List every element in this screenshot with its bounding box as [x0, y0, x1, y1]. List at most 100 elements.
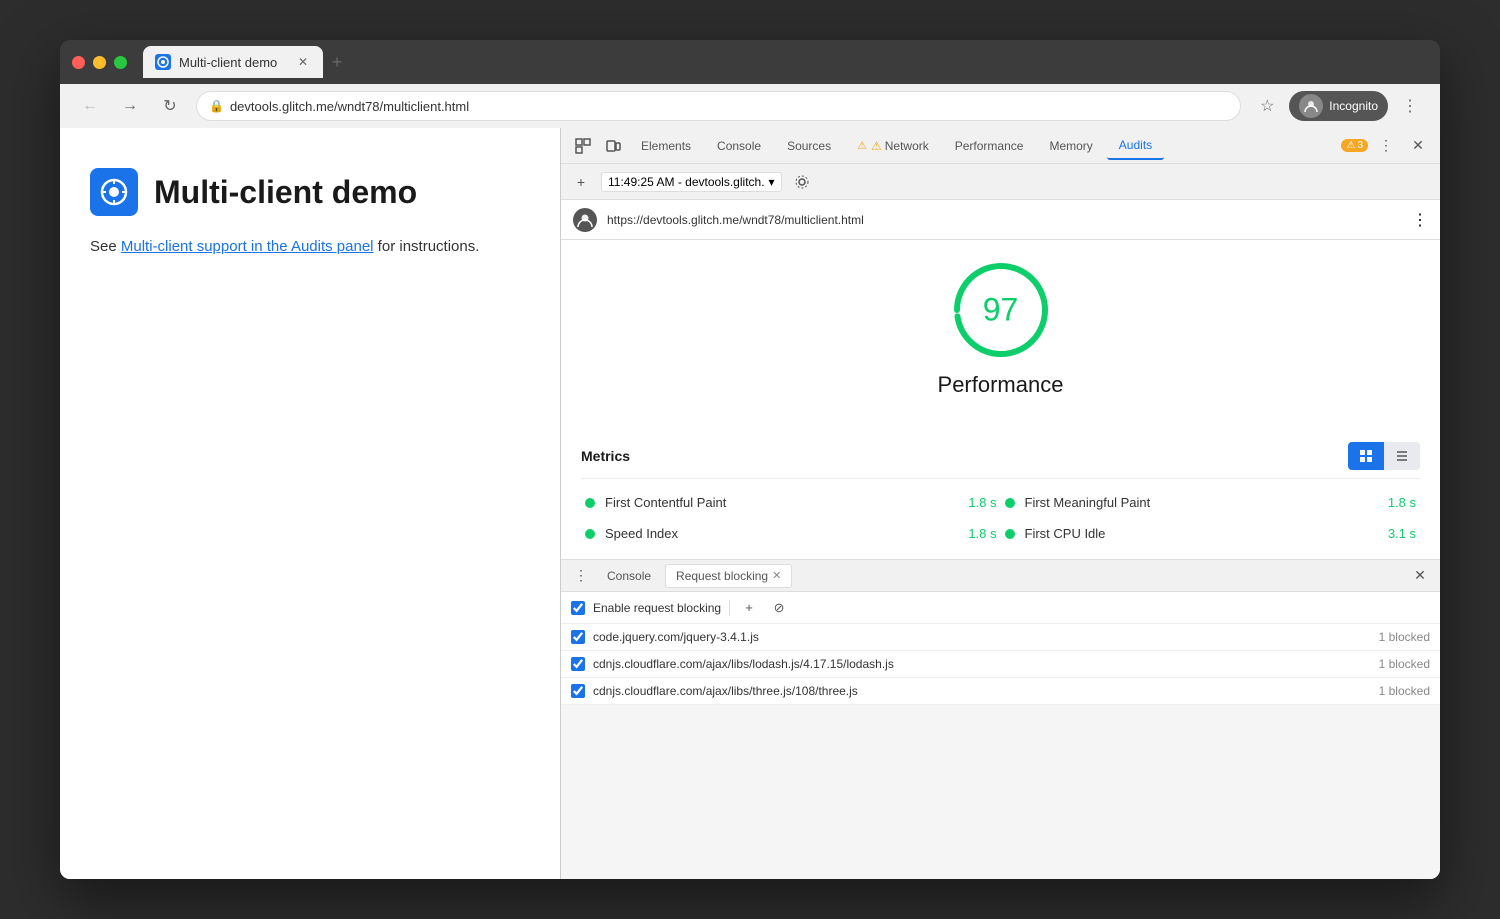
remove-all-button[interactable]: ⊘ [768, 597, 790, 619]
tab-close-button[interactable]: ✕ [295, 54, 311, 70]
page-link[interactable]: Multi-client support in the Audits panel [121, 238, 374, 255]
close-traffic-light[interactable] [72, 56, 85, 69]
metrics-grid: First Contentful Paint 1.8 s First Meani… [581, 487, 1420, 559]
audits-url-bar: https://devtools.glitch.me/wndt78/multic… [561, 200, 1440, 240]
inspect-element-button[interactable] [569, 132, 597, 160]
score-circle: 97 [951, 260, 1051, 360]
tab-console[interactable]: Console [705, 132, 773, 160]
toolbar-time-text: 11:49:25 AM - devtools.glitch. [608, 175, 765, 189]
devtools-toolbar: + 11:49:25 AM - devtools.glitch. ▾ [561, 164, 1440, 200]
address-bar: ← → ↻ 🔒 devtools.glitch.me/wndt78/multic… [60, 84, 1440, 128]
drawer-menu-button[interactable]: ⋮ [569, 564, 593, 588]
enable-blocking-checkbox[interactable] [571, 601, 585, 615]
drawer-close-button[interactable]: ✕ [1408, 564, 1432, 588]
maximize-traffic-light[interactable] [114, 56, 127, 69]
metric-item-fci: First CPU Idle 3.1 s [1001, 518, 1421, 549]
time-dropdown[interactable]: 11:49:25 AM - devtools.glitch. ▾ [601, 172, 782, 192]
drawer-tabs: ⋮ Console Request blocking ✕ ✕ [561, 560, 1440, 592]
enable-blocking-label: Enable request blocking [593, 601, 721, 615]
drawer-tab-rb-label: Request blocking [676, 569, 768, 583]
page-title: Multi-client demo [154, 174, 417, 211]
metric-value: 1.8 s [968, 495, 996, 510]
audits-url-more[interactable]: ⋮ [1412, 210, 1428, 230]
tab-sources[interactable]: Sources [775, 132, 843, 160]
metric-item-fcp: First Contentful Paint 1.8 s [581, 487, 1001, 518]
metric-dot [1005, 529, 1015, 539]
metric-item-tti: Time to Interactive 3.2 s [581, 549, 1001, 559]
browser-tab[interactable]: Multi-client demo ✕ [143, 46, 323, 78]
request-blocked-0: 1 blocked [1379, 630, 1430, 644]
drawer-tab-console-label: Console [607, 569, 651, 583]
metric-name: First Contentful Paint [605, 495, 958, 510]
request-blocked-1: 1 blocked [1379, 657, 1430, 671]
settings-button[interactable] [790, 170, 814, 194]
tab-performance[interactable]: Performance [943, 132, 1036, 160]
audits-avatar [573, 208, 597, 232]
page-logo-icon [90, 168, 138, 216]
audits-url-text: https://devtools.glitch.me/wndt78/multic… [607, 213, 1402, 227]
url-box[interactable]: 🔒 devtools.glitch.me/wndt78/multiclient.… [196, 91, 1241, 121]
request-checkbox-2[interactable] [571, 684, 585, 698]
description-after: for instructions. [374, 238, 480, 255]
request-list: code.jquery.com/jquery-3.4.1.js 1 blocke… [561, 624, 1440, 705]
tab-favicon [155, 54, 171, 70]
request-url-2: cdnjs.cloudflare.com/ajax/libs/three.js/… [593, 684, 1371, 698]
page-logo: Multi-client demo [90, 168, 530, 216]
traffic-lights [72, 56, 127, 69]
devtools-tabs: Elements Console Sources ⚠ Network Perfo… [561, 128, 1440, 164]
tab-elements[interactable]: Elements [629, 132, 703, 160]
url-text: devtools.glitch.me/wndt78/multiclient.ht… [230, 99, 469, 114]
metric-item-si: Speed Index 1.8 s [581, 518, 1001, 549]
warning-count-badge: ⚠ 3 [1341, 139, 1368, 152]
request-url-1: cdnjs.cloudflare.com/ajax/libs/lodash.js… [593, 657, 1371, 671]
metrics-view-toggle [1348, 442, 1420, 470]
drawer-tab-close-icon[interactable]: ✕ [772, 569, 781, 582]
metric-dot [1005, 498, 1015, 508]
request-blocking-toolbar: Enable request blocking + ⊘ [561, 592, 1440, 624]
new-tab-button[interactable]: + [323, 48, 351, 76]
title-bar: Multi-client demo ✕ + [60, 40, 1440, 84]
metric-value: 1.8 s [968, 526, 996, 541]
metric-name: First Meaningful Paint [1025, 495, 1378, 510]
drawer-tab-request-blocking[interactable]: Request blocking ✕ [665, 564, 792, 588]
metric-item-fmp: First Meaningful Paint 1.8 s [1001, 487, 1421, 518]
performance-section: 97 Performance [561, 240, 1440, 434]
incognito-icon [1299, 94, 1323, 118]
devtools-content: 97 Performance Metrics [561, 240, 1440, 559]
forward-button[interactable]: → [116, 92, 144, 120]
metrics-header: Metrics [581, 434, 1420, 479]
add-pattern-button[interactable]: + [738, 597, 760, 619]
menu-button[interactable]: ⋮ [1396, 92, 1424, 120]
request-url-0: code.jquery.com/jquery-3.4.1.js [593, 630, 1371, 644]
metric-value: 1.8 s [1388, 495, 1416, 510]
incognito-label: Incognito [1329, 99, 1378, 113]
main-area: Multi-client demo See Multi-client suppo… [60, 128, 1440, 879]
metric-value: 3.1 s [1388, 526, 1416, 541]
request-checkbox-1[interactable] [571, 657, 585, 671]
tab-bar: Multi-client demo ✕ + [143, 46, 1428, 78]
warning-icon: ⚠ [1346, 140, 1355, 151]
new-audit-button[interactable]: + [569, 170, 593, 194]
back-button[interactable]: ← [76, 92, 104, 120]
request-item-1: cdnjs.cloudflare.com/ajax/libs/lodash.js… [561, 651, 1440, 678]
performance-score: 97 [983, 292, 1019, 329]
metrics-title: Metrics [581, 448, 630, 464]
drawer-tab-console[interactable]: Console [597, 564, 661, 588]
devtools-close-button[interactable]: ✕ [1404, 132, 1432, 160]
device-toolbar-button[interactable] [599, 132, 627, 160]
request-checkbox-0[interactable] [571, 630, 585, 644]
metrics-list-view-button[interactable] [1384, 442, 1420, 470]
performance-label: Performance [938, 372, 1064, 398]
minimize-traffic-light[interactable] [93, 56, 106, 69]
tab-network[interactable]: ⚠ Network [845, 132, 941, 160]
bookmark-button[interactable]: ☆ [1253, 92, 1281, 120]
page-description: See Multi-client support in the Audits p… [90, 236, 530, 259]
tab-audits[interactable]: Audits [1107, 132, 1164, 160]
metric-name: First CPU Idle [1025, 526, 1378, 541]
tab-memory[interactable]: Memory [1037, 132, 1104, 160]
reload-button[interactable]: ↻ [156, 92, 184, 120]
request-item-2: cdnjs.cloudflare.com/ajax/libs/three.js/… [561, 678, 1440, 705]
devtools-more-button[interactable]: ⋮ [1372, 132, 1400, 160]
metrics-grid-view-button[interactable] [1348, 442, 1384, 470]
metric-dot [585, 529, 595, 539]
